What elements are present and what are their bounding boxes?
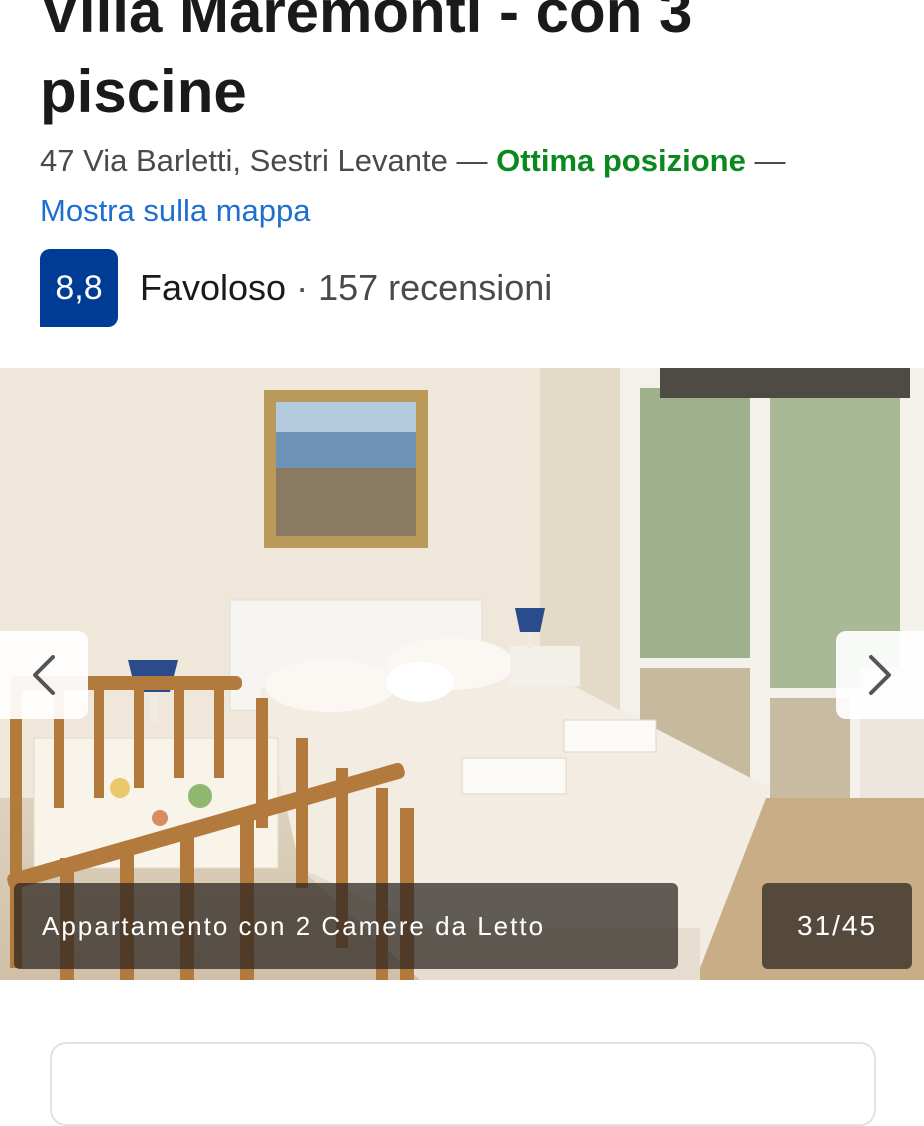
chevron-right-icon [869,655,891,695]
address-line: 47 Via Barletti, Sestri Levante — Ottima… [40,136,900,236]
review-count[interactable]: 157 recensioni [318,267,552,308]
gallery-photo[interactable]: Appartamento con 2 Camere da Letto 31/45 [0,368,924,980]
photo-counter: 31/45 [762,883,912,969]
review-score-badge: 8,8 [40,249,118,327]
rating-label: Favoloso [140,267,287,308]
address-dash-2: — [745,143,786,178]
info-card [50,1042,876,1126]
address-dash-1: — [447,143,497,178]
rating-summary: Favoloso · 157 recensioni [140,267,552,309]
location-rating: Ottima posizione [496,143,746,178]
rating-row[interactable]: 8,8 Favoloso · 157 recensioni [40,249,552,327]
chevron-left-icon [33,655,55,695]
address-text: 47 Via Barletti, Sestri Levante [40,143,448,178]
rating-separator: · [286,267,319,308]
show-on-map-link[interactable]: Mostra sulla mappa [40,193,311,228]
prev-photo-button[interactable] [0,631,88,719]
property-title: Villa Maremonti - con 3 piscine [40,0,693,125]
photo-caption: Appartamento con 2 Camere da Letto [14,883,678,969]
next-photo-button[interactable] [836,631,924,719]
